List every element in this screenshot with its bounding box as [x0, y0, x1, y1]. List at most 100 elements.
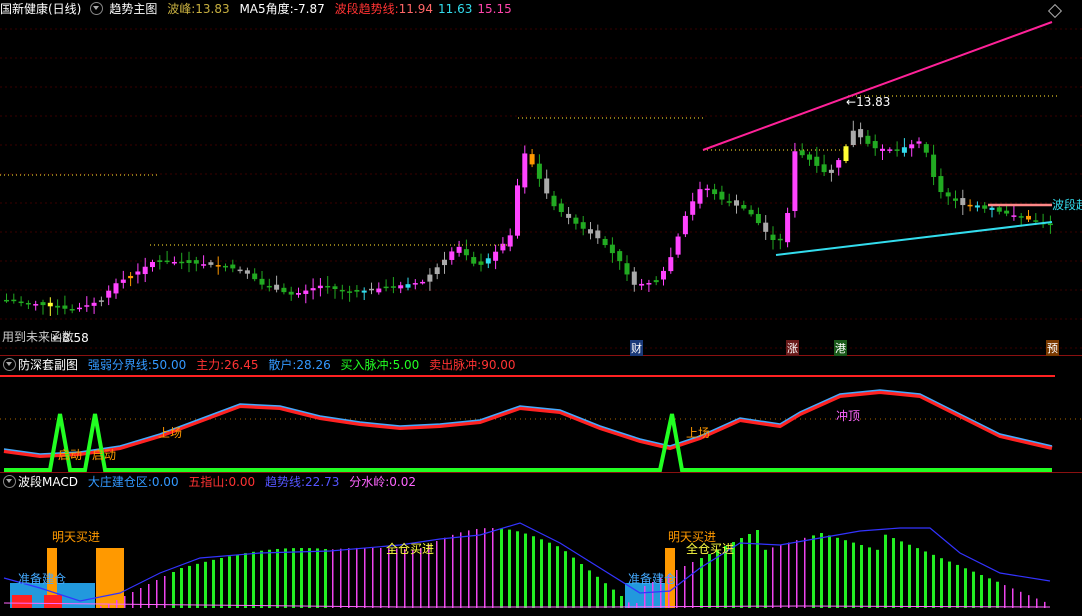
trend-value: 22.73	[305, 475, 340, 489]
price-panel[interactable]: 国新健康(日线) 趋势主图 波峰:13.83 MA5角度:-7.87 波段趋势线:…	[0, 0, 1082, 356]
macd-histogram-bar	[852, 542, 855, 608]
marker-zhang[interactable]: 涨	[786, 340, 799, 356]
anti-trap-title[interactable]: 防深套副图	[18, 358, 78, 372]
annot-enter-1: 上场	[158, 426, 183, 440]
candle-body	[741, 204, 747, 209]
price-chart	[0, 21, 1082, 349]
macd-panel[interactable]: 波段MACD 大庄建仓区:0.00 五指山:0.00 趋势线:22.73 分水岭…	[0, 473, 1082, 616]
marker-cai[interactable]: 财	[630, 340, 643, 356]
strength-label: 强弱分界线:	[87, 358, 152, 372]
candle-body	[661, 270, 666, 280]
candle-body	[493, 251, 499, 261]
candle-body	[595, 230, 601, 239]
macd-histogram-bar	[764, 549, 767, 608]
marker-yu[interactable]: 预	[1046, 340, 1059, 356]
candle-body	[485, 258, 491, 264]
candle-body	[901, 147, 907, 153]
candle-body	[602, 238, 608, 246]
candle-body	[814, 156, 820, 166]
candle-body	[427, 274, 433, 282]
candle-body	[142, 266, 148, 275]
five-finger-bar	[96, 548, 124, 608]
macd-histogram-bar	[564, 551, 567, 608]
macd-histogram-bar	[532, 536, 535, 608]
annot-start-2: 启动	[92, 448, 117, 462]
macd-histogram-bar	[436, 540, 438, 608]
candle-body	[770, 234, 776, 240]
candle-body	[507, 235, 513, 247]
macd-histogram-bar	[980, 575, 983, 608]
band-v2: 11.63	[438, 2, 473, 16]
retail-line	[3, 389, 1053, 455]
dropdown-icon[interactable]	[3, 358, 16, 371]
anti-trap-panel[interactable]: 防深套副图 强弱分界线:50.00 主力:26.45 散户:28.26 买入脉冲…	[0, 356, 1082, 472]
candle-body	[478, 261, 484, 265]
candle-body	[690, 201, 696, 215]
macd-histogram-bar	[700, 558, 703, 608]
candle-body	[128, 275, 134, 279]
candle-body	[398, 285, 404, 289]
five-finger-bar	[12, 595, 32, 608]
macd-histogram-bar	[580, 564, 583, 608]
macd-histogram-bar	[572, 557, 575, 608]
trend-label: 趋势线:	[265, 475, 306, 489]
candle-body	[1026, 215, 1031, 220]
candle-body	[938, 176, 944, 193]
candle-body	[266, 285, 272, 288]
candle-body	[792, 151, 798, 212]
macd-histogram-bar	[484, 528, 486, 608]
macd-histogram-bar	[348, 548, 350, 608]
candle-body	[566, 213, 572, 218]
candle-body	[471, 257, 477, 264]
indicator-name[interactable]: 趋势主图	[109, 2, 157, 16]
retail-label: 散户:	[268, 358, 297, 372]
macd-histogram-bar	[956, 564, 959, 608]
candle-body	[588, 229, 593, 234]
macd-histogram-bar	[892, 538, 895, 608]
macd-histogram-bar	[492, 528, 494, 608]
macd-chart	[3, 522, 1051, 608]
dropdown-icon[interactable]	[90, 2, 104, 15]
candle-body	[996, 207, 1002, 212]
stock-title: 国新健康(日线)	[0, 2, 82, 16]
five-finger-bar	[44, 595, 62, 608]
annot-full-buy-2: 全仓买进	[686, 542, 735, 556]
candle-body	[193, 260, 199, 264]
macd-histogram-bar	[860, 545, 863, 608]
candle-body	[339, 289, 345, 292]
candle-body	[303, 290, 309, 294]
candle-body	[449, 251, 455, 260]
marker-gang[interactable]: 港	[834, 340, 847, 356]
macd-histogram-bar	[1004, 585, 1006, 608]
macd-histogram-bar	[908, 544, 911, 608]
candle-body	[4, 299, 9, 302]
macd-histogram-bar	[916, 548, 919, 608]
candle-body	[755, 213, 761, 224]
macd-title[interactable]: 波段MACD	[18, 475, 78, 489]
candle-body	[456, 246, 462, 253]
macd-histogram-bar	[316, 548, 319, 608]
macd-histogram-bar	[260, 550, 263, 608]
macd-histogram-bar	[420, 548, 422, 608]
candle-body	[865, 135, 871, 144]
candle-body	[799, 150, 805, 156]
macd-histogram-bar	[900, 541, 903, 608]
candle-body	[84, 305, 90, 307]
peak-label: 波峰:	[167, 2, 196, 16]
dropdown-icon[interactable]	[3, 475, 16, 488]
macd-histogram-bar	[780, 545, 782, 608]
macd-histogram-bar	[684, 566, 686, 608]
candle-body	[573, 217, 579, 224]
macd-histogram-bar	[468, 530, 470, 608]
candle-body	[719, 191, 725, 200]
annot-start-1: 启动	[58, 448, 83, 462]
macd-histogram-bar	[812, 535, 815, 608]
main-force-value: 26.45	[224, 358, 259, 372]
macd-histogram-bar	[996, 581, 999, 608]
main-force-label: 主力:	[196, 358, 225, 372]
candle-body	[11, 299, 17, 302]
candle-body	[223, 265, 228, 268]
five-finger-value: 0.00	[228, 475, 256, 489]
macd-histogram-bar	[180, 568, 183, 608]
candle-body	[631, 271, 637, 285]
